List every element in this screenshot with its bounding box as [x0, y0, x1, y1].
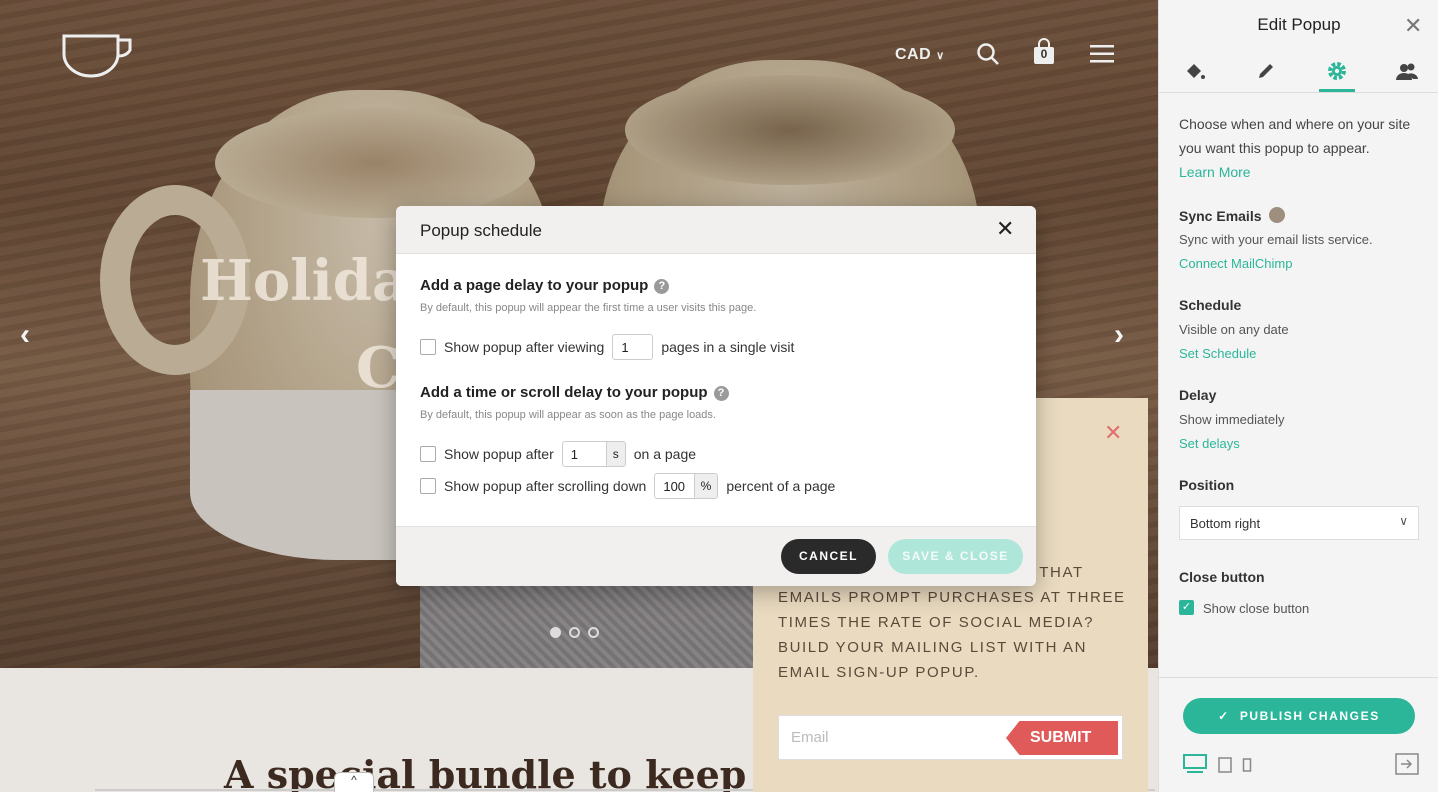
delay-text: Show immediately [1179, 412, 1285, 427]
page-delay-label: Show popup after viewing [444, 339, 605, 355]
page-delay-checkbox[interactable] [420, 339, 436, 355]
edit-popup-panel: Edit Popup ✕ Choose when and where on yo… [1158, 0, 1438, 792]
tab-content[interactable] [1248, 52, 1284, 92]
show-close-label: Show close button [1203, 601, 1310, 616]
scroll-percent-value: 100 [663, 478, 686, 494]
show-close-checkbox[interactable]: ✓ [1179, 600, 1194, 615]
page-count-value: 1 [621, 339, 629, 355]
time-delay-row: Show popup after 1s on a page [420, 441, 696, 467]
dialog-footer: CANCEL SAVE & CLOSE [396, 526, 1036, 586]
page-delay-suffix: pages in a single visit [661, 339, 795, 355]
mailchimp-icon [1269, 207, 1286, 223]
tab-audience[interactable] [1389, 52, 1425, 92]
seconds-unit: s [605, 442, 625, 466]
save-close-button[interactable]: SAVE & CLOSE [888, 539, 1023, 574]
publish-label: PUBLISH CHANGES [1239, 709, 1380, 723]
scroll-delay-suffix: percent of a page [726, 478, 836, 494]
set-delays-link[interactable]: Set delays [1179, 436, 1240, 451]
time-delay-suffix: on a page [633, 446, 697, 462]
panel-intro-text: Choose when and where on your site you w… [1179, 116, 1411, 156]
time-delay-title: Add a time or scroll delay to your popup… [420, 384, 729, 401]
sync-emails-heading: Sync Emails [1179, 207, 1286, 224]
chevron-down-icon: ∨ [1399, 514, 1408, 528]
mobile-icon[interactable] [1242, 758, 1252, 772]
connect-mailchimp-link[interactable]: Connect MailChimp [1179, 256, 1292, 271]
close-icon[interactable]: ✕ [996, 218, 1014, 240]
dialog-header: Popup schedule ✕ [396, 206, 1036, 254]
delay-heading: Delay [1179, 387, 1217, 403]
check-icon: ✓ [1218, 709, 1230, 723]
learn-more-link[interactable]: Learn More [1179, 164, 1251, 180]
sync-emails-title: Sync Emails [1179, 208, 1262, 224]
scroll-delay-checkbox[interactable] [420, 478, 436, 494]
users-icon [1396, 63, 1418, 80]
schedule-text: Visible on any date [1179, 322, 1289, 337]
cancel-button[interactable]: CANCEL [781, 539, 876, 574]
tab-settings[interactable] [1319, 52, 1355, 92]
panel-footer: ✓ PUBLISH CHANGES [1159, 677, 1438, 792]
panel-title: Edit Popup [1257, 15, 1341, 34]
pencil-icon [1259, 64, 1273, 78]
scroll-percent-input[interactable]: 100% [654, 473, 719, 499]
page-count-input[interactable]: 1 [612, 334, 654, 360]
help-icon[interactable]: ? [654, 279, 670, 294]
set-schedule-link[interactable]: Set Schedule [1179, 346, 1256, 361]
time-delay-checkbox[interactable] [420, 446, 436, 462]
help-icon[interactable]: ? [713, 386, 729, 401]
page-delay-title-text: Add a page delay to your popup [420, 277, 649, 294]
close-button-heading: Close button [1179, 569, 1265, 585]
tab-style[interactable] [1177, 52, 1213, 92]
seconds-input[interactable]: 1s [561, 441, 626, 467]
position-select[interactable]: Bottom right ∨ [1179, 506, 1419, 540]
page-delay-title: Add a page delay to your popup? [420, 277, 670, 294]
dialog-title: Popup schedule [420, 221, 542, 240]
publish-changes-button[interactable]: ✓ PUBLISH CHANGES [1183, 698, 1415, 734]
schedule-heading: Schedule [1179, 297, 1242, 313]
panel-tabs [1159, 52, 1438, 92]
storefront-preview: CAD ∨ 0 Holiday C ‹ › A special bundle t… [0, 0, 1158, 792]
tablet-icon[interactable] [1218, 757, 1232, 773]
position-value: Bottom right [1190, 516, 1261, 531]
position-heading: Position [1179, 477, 1235, 493]
gear-icon [1328, 62, 1346, 80]
desktop-icon[interactable] [1183, 754, 1207, 774]
page-delay-row: Show popup after viewing 1 pages in a si… [420, 334, 794, 360]
sync-emails-text: Sync with your email lists service. [1179, 232, 1373, 247]
close-icon[interactable]: ✕ [1404, 13, 1422, 39]
scroll-percent-unit: % [693, 474, 718, 498]
seconds-value: 1 [570, 446, 578, 462]
popup-schedule-dialog: Popup schedule ✕ Add a page delay to you… [396, 206, 1036, 586]
page-delay-description: By default, this popup will appear the f… [420, 302, 757, 314]
scroll-delay-label: Show popup after scrolling down [444, 478, 647, 494]
time-delay-description: By default, this popup will appear as so… [420, 409, 716, 421]
panel-intro: Choose when and where on your site you w… [1179, 112, 1429, 184]
paint-bucket-icon [1187, 64, 1205, 79]
collapse-panel-icon[interactable] [1395, 753, 1419, 775]
time-delay-title-text: Add a time or scroll delay to your popup [420, 384, 708, 401]
time-delay-label: Show popup after [444, 446, 554, 462]
scroll-delay-row: Show popup after scrolling down 100% per… [420, 473, 835, 499]
